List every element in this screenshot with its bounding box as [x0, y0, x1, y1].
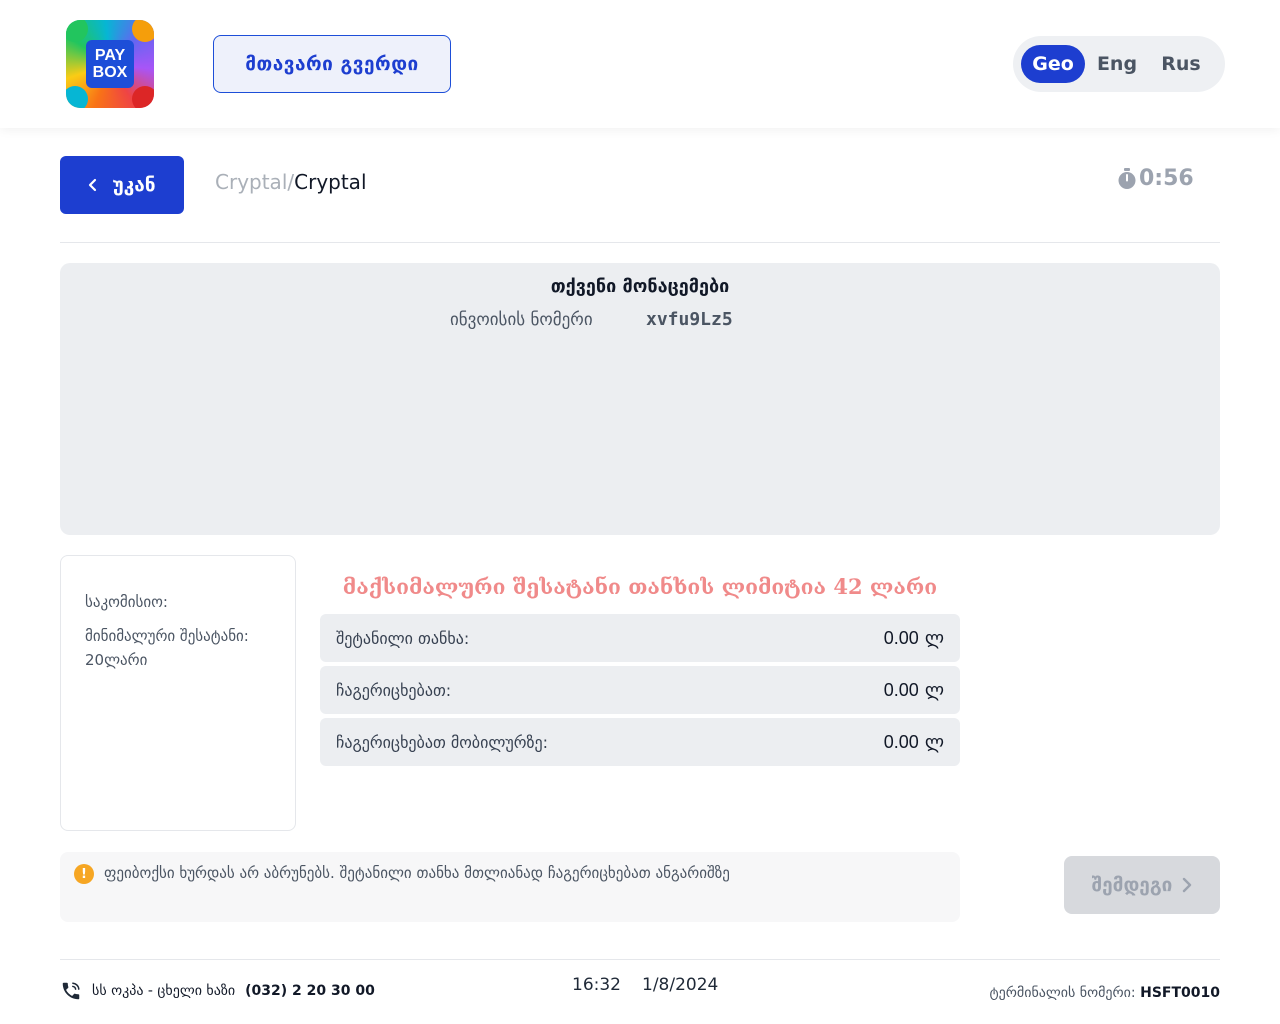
stopwatch-icon — [1118, 167, 1136, 189]
home-button[interactable]: მთავარი გვერდი — [213, 35, 451, 93]
hotline-phone: (032) 2 20 30 00 — [245, 983, 375, 999]
fee-info-box: საკომისიო: მინიმალური შესატანი: 20ლარი — [60, 555, 296, 831]
row-value: 0.00 ლ — [884, 680, 944, 701]
header-bar: PAY BOX მთავარი გვერდი Geo Eng Rus — [0, 0, 1280, 128]
chevron-right-icon — [1183, 877, 1192, 893]
amount-row-inserted: შეტანილი თანხა: 0.00 ლ — [320, 614, 960, 662]
footer-divider — [60, 959, 1220, 960]
row-label: ჩაგერიცხებათ: — [336, 680, 452, 700]
logo-dot — [132, 86, 154, 108]
logo-dot — [66, 86, 88, 108]
terminal-number: ტერმინალის ნომერი: HSFT0010 — [978, 985, 1220, 1001]
hotline-label: სს ოკპა - ცხელი ხაზი — [92, 983, 236, 999]
max-limit-text: მაქსიმალური შესატანი თანხის ლიმიტია 42 ლ… — [342, 574, 938, 599]
invoice-number: xvfu9Lz5 — [646, 309, 733, 330]
row-label: შეტანილი თანხა: — [336, 628, 470, 648]
row-value: 0.00 ლ — [884, 732, 944, 753]
invoice-label: ინვოისის ნომერი — [450, 310, 593, 330]
row-value: 0.00 ლ — [884, 628, 944, 649]
amount-value: 0.00 — [883, 731, 919, 752]
row-label: ჩაგერიცხებათ მობილურზე: — [336, 732, 548, 752]
info-title: თქვენი მონაცემები — [550, 276, 730, 297]
lari-currency: ლ — [924, 627, 944, 649]
breadcrumb-parent[interactable]: Cryptal/ — [215, 170, 294, 194]
logo-text: PAY BOX — [86, 40, 134, 88]
lang-rus-button[interactable]: Rus — [1149, 45, 1213, 83]
session-timer: 0:56 — [1117, 166, 1194, 191]
lang-eng-button[interactable]: Eng — [1085, 45, 1149, 83]
chevron-left-icon — [89, 178, 97, 192]
logo-dot — [132, 20, 154, 42]
clock-time: 16:32 — [572, 975, 621, 995]
minimum-deposit-label: მინიმალური შესატანი: 20ლარი — [85, 627, 249, 669]
breadcrumb-current: Cryptal — [294, 170, 367, 194]
warning-icon: ! — [74, 864, 94, 884]
clock-date: 1/8/2024 — [642, 975, 719, 995]
amount-row-mobile: ჩაგერიცხებათ მობილურზე: 0.00 ლ — [320, 718, 960, 766]
paybox-logo[interactable]: PAY BOX — [66, 20, 154, 108]
language-switcher: Geo Eng Rus — [1013, 36, 1225, 92]
info-panel — [60, 263, 1220, 535]
divider — [60, 242, 1220, 243]
back-button-label: უკან — [112, 174, 156, 196]
back-button[interactable]: უკან — [60, 156, 184, 214]
logo-dot — [66, 20, 88, 42]
change-notice: ! ფეიბოქსი ხურდას არ აბრუნებს. შეტანილი … — [60, 852, 960, 922]
lari-currency: ლ — [924, 731, 944, 753]
next-button[interactable]: შემდეგი — [1064, 856, 1220, 914]
commission-label: საკომისიო: — [85, 593, 168, 611]
phone-icon — [62, 982, 80, 1000]
amount-value: 0.00 — [883, 627, 919, 648]
lari-currency: ლ — [924, 679, 944, 701]
timer-value: 0:56 — [1139, 166, 1194, 191]
next-button-label: შემდეგი — [1091, 874, 1173, 896]
terminal-label: ტერმინალის ნომერი: — [989, 985, 1136, 1001]
hotline: სს ოკპა - ცხელი ხაზი (032) 2 20 30 00 — [60, 980, 375, 1002]
amount-value: 0.00 — [883, 679, 919, 700]
notice-text: ფეიბოქსი ხურდას არ აბრუნებს. შეტანილი თა… — [104, 864, 730, 882]
breadcrumb: Cryptal/Cryptal — [215, 170, 367, 194]
lang-geo-button[interactable]: Geo — [1021, 45, 1085, 83]
amount-row-credited: ჩაგერიცხებათ: 0.00 ლ — [320, 666, 960, 714]
terminal-value: HSFT0010 — [1140, 985, 1220, 1001]
